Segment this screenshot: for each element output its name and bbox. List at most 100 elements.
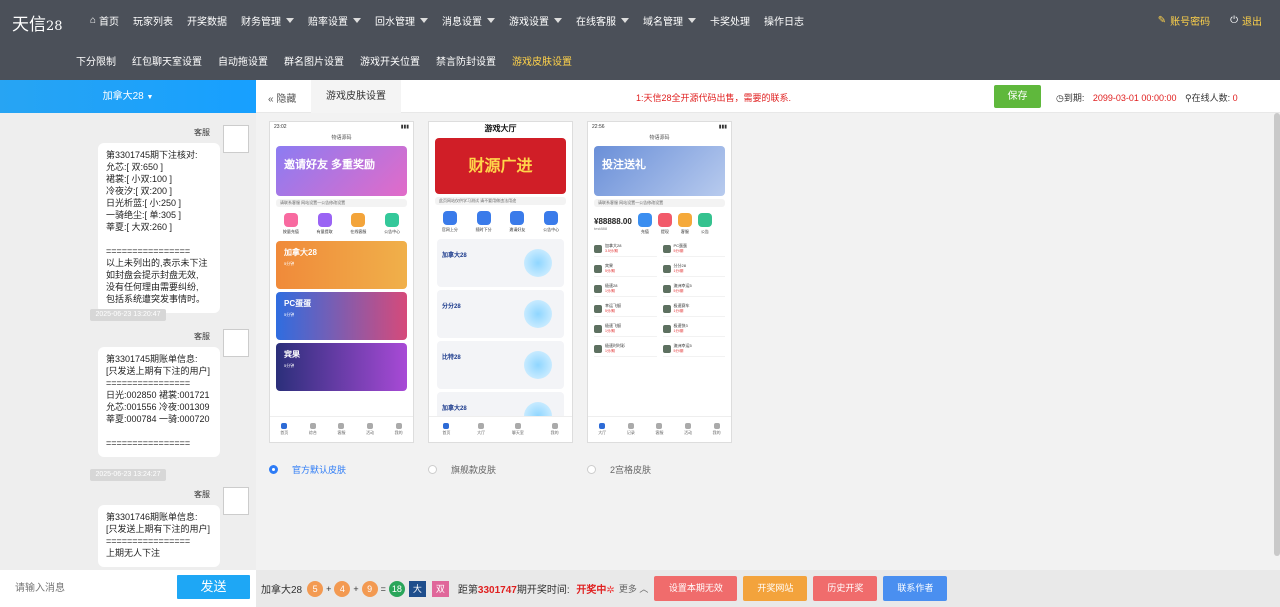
balance-amount: ¥88888.00 — [594, 217, 632, 226]
subnav-redpacket-chat[interactable]: 红包聊天室设置 — [132, 53, 202, 68]
skin-preview-2grid[interactable]: 22:56 ▮▮▮ 物语源码 投注送礼 请联系客服 网站设置一公告修改设置 ¥88… — [587, 121, 732, 443]
message-sender: 客服 — [194, 332, 210, 341]
home-icon: ⌂ — [90, 15, 97, 26]
announcement-icon — [385, 213, 400, 227]
skin-selection-area: 23:02 ▮▮▮ 物语源码 邀请好友 多重奖励 请联系客服 网站设置一公告修改设… — [256, 113, 1274, 570]
promo-banner: 投注送礼 — [594, 146, 725, 196]
radio-button[interactable] — [587, 465, 596, 474]
game-grid: 加拿大28 3.5分/期 PC蛋蛋 5分/期 宾果 5分/期 分分28 1分/期 极速2… — [594, 241, 725, 357]
chat-message: 客服 第3301746期账单信息: [只发送上期有下注的用户] ========… — [0, 487, 256, 570]
message-sender: 客服 — [194, 490, 210, 499]
skin-preview-flagship[interactable]: 游戏大厅 财源广进 此页网站仅供学习测试 请不要用做违法用途 官网上分 随时下分… — [428, 121, 573, 443]
hide-sidebar-button[interactable]: « 隐藏 — [268, 90, 296, 105]
draw-ball: 9 — [361, 580, 378, 597]
quick-actions: 按量充值 有量提取 在线客服 公告中心 — [274, 213, 409, 235]
chevron-down-icon — [554, 18, 563, 23]
radio-button[interactable] — [428, 465, 437, 474]
nav-home[interactable]: ⌂ 首页 — [90, 13, 119, 28]
deposit-icon — [637, 213, 652, 227]
chat-message-input[interactable] — [0, 570, 176, 607]
nav-draw-data[interactable]: 开奖数据 — [187, 13, 227, 28]
nav-logs[interactable]: 操作日志 — [764, 13, 804, 28]
nav-players[interactable]: 玩家列表 — [133, 13, 173, 28]
spinner-icon: ✲ — [606, 585, 615, 596]
draw-sum: 18 — [388, 580, 405, 597]
nav-rebate[interactable]: 回水管理 — [375, 13, 429, 28]
sales-notice: 1:天信28全开源代码出售，需要的联系. — [636, 93, 792, 103]
send-button[interactable]: 发送 — [177, 575, 250, 599]
logout-link[interactable]: ⏻ 退出 — [1230, 13, 1262, 28]
chat-message: 客服 第3301745期下注核对: 允芯:[ 双:650 ] 裙裳:[ 小双:1… — [0, 123, 256, 313]
tab-bar: « 隐藏 游戏皮肤设置 1:天信28全开源代码出售，需要的联系. 保存 ◷到期:… — [256, 80, 1280, 113]
quick-actions: 官网上分 随时下分 邀请好友 公告中心 — [433, 211, 568, 233]
sub-nav: 下分限制 红包聊天室设置 自动拖设置 群名图片设置 游戏开关位置 禁言防封设置 … — [76, 53, 572, 68]
invite-icon — [510, 211, 525, 225]
nav-finance[interactable]: 财务管理 — [241, 13, 295, 28]
withdraw-icon — [476, 211, 491, 225]
main-nav: ⌂ 首页 玩家列表 开奖数据 财务管理 赔率设置 回水管理 消息设置 游戏设置 在… — [90, 13, 804, 28]
chat-game-selector[interactable]: 加拿大28 ▼ — [0, 80, 256, 113]
chevron-down-icon — [487, 18, 496, 23]
chevron-down-icon: ▼ — [146, 94, 154, 101]
draw-status-bar: 加拿大28 5 + 4 + 9 = 18 大 双 距第3301747期开奖时间: 开奖… — [256, 570, 1280, 607]
deposit-icon — [442, 211, 457, 225]
clock-icon: ◷ — [1056, 93, 1064, 103]
chat-icon — [514, 423, 521, 429]
subnav-game-switch[interactable]: 游戏开关位置 — [360, 53, 420, 68]
set-period-invalid-button[interactable]: 设置本期无效 — [654, 576, 738, 601]
skin-option-default[interactable]: 官方默认皮肤 — [269, 463, 346, 476]
radio-button[interactable] — [269, 465, 278, 474]
nav-odds[interactable]: 赔率设置 — [308, 13, 362, 28]
home-icon — [443, 423, 450, 429]
nav-game-settings[interactable]: 游戏设置 — [509, 13, 563, 28]
user-icon — [551, 423, 558, 429]
scrollbar[interactable] — [1274, 113, 1280, 556]
chat-panel: 加拿大28 ▼ 客服 第3301745期下注核对: 允芯:[ 双:650 ] 裙… — [0, 80, 256, 607]
nav-messages[interactable]: 消息设置 — [442, 13, 496, 28]
app-logo[interactable]: 天信28 — [12, 10, 63, 35]
nav-support[interactable]: 在线客服 — [576, 13, 630, 28]
withdraw-icon — [657, 213, 672, 227]
chat-message: 客服 第3301745期账单信息: [只发送上期有下注的用户] ========… — [0, 325, 256, 465]
record-icon — [627, 423, 634, 429]
nav-domains[interactable]: 域名管理 — [643, 13, 697, 28]
avatar — [223, 329, 249, 357]
more-link[interactable]: 更多 ︿ — [619, 582, 649, 595]
chat-messages[interactable]: 客服 第3301745期下注核对: 允芯:[ 双:650 ] 裙裳:[ 小双:1… — [0, 113, 256, 570]
nav-stuck-draw[interactable]: 卡奖处理 — [710, 13, 750, 28]
home-icon — [281, 423, 288, 429]
save-button[interactable]: 保存 — [994, 85, 1041, 108]
subnav-group-image[interactable]: 群名图片设置 — [284, 53, 344, 68]
draw-website-button[interactable]: 开奖网站 — [743, 576, 808, 601]
message-bubble: 第3301745期账单信息: [只发送上期有下注的用户] ===========… — [98, 347, 220, 457]
subnav-mute-settings[interactable]: 禁言防封设置 — [436, 53, 496, 68]
chat-input-row: 发送 — [0, 570, 256, 607]
tab-game-skin[interactable]: 游戏皮肤设置 — [311, 80, 401, 113]
chevron-down-icon — [420, 18, 429, 23]
chevron-down-icon — [353, 18, 362, 23]
power-icon: ⏻ — [1230, 15, 1238, 26]
subnav-auto-bot[interactable]: 自动拖设置 — [218, 53, 268, 68]
phone-tabbar: 首页 综合 客服 活动 我的 — [270, 416, 413, 442]
chevron-down-icon — [688, 18, 697, 23]
phone-tabbar: 首页 大厅 聊天室 我的 — [429, 416, 572, 442]
subnav-withdraw-limit[interactable]: 下分限制 — [76, 53, 116, 68]
contact-author-button[interactable]: 联系作者 — [883, 576, 948, 601]
account-password-link[interactable]: ✎ 账号密码 — [1158, 13, 1210, 28]
skin-preview-default[interactable]: 23:02 ▮▮▮ 物语源码 邀请好友 多重奖励 请联系客服 网站设置一公告修改设… — [269, 121, 414, 443]
avatar — [223, 125, 249, 153]
announcement-icon — [544, 211, 559, 225]
draw-ball: 5 — [307, 580, 324, 597]
skin-option-2grid[interactable]: 2宫格皮肤 — [587, 463, 651, 476]
message-timestamp: 2025-06-23 13:20:47 — [90, 309, 166, 321]
grid-icon — [309, 423, 316, 429]
headset-icon — [685, 423, 692, 429]
skin-option-flagship[interactable]: 旗舰款皮肤 — [428, 463, 496, 476]
result-even-badge: 双 — [431, 580, 449, 597]
subnav-game-skin[interactable]: 游戏皮肤设置 — [512, 53, 572, 68]
history-draws-button[interactable]: 历史开奖 — [813, 576, 878, 601]
headset-icon — [367, 423, 374, 429]
home-icon — [599, 423, 606, 429]
user-icon: ⚲ — [1184, 93, 1192, 103]
announcement-icon — [697, 213, 712, 227]
